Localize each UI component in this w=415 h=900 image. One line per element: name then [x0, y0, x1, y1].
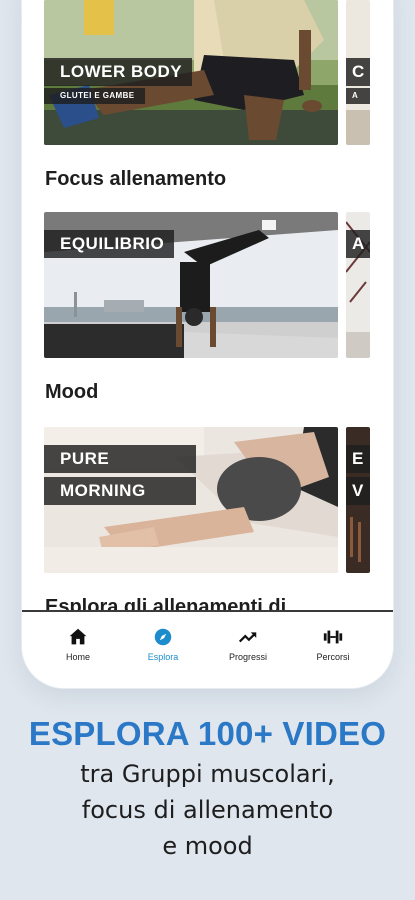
trending-up-icon [238, 632, 257, 643]
card-title: LOWER BODY [44, 58, 193, 86]
card-peek-next[interactable]: E V [346, 427, 370, 573]
section-title-focus: Focus allenamento [45, 168, 227, 190]
nav-label: Esplora [147, 652, 179, 662]
card-subtitle: GLUTEI E GAMBE [44, 88, 145, 104]
promo-line-3: e mood [162, 832, 253, 860]
peek-title-line1: E [346, 445, 370, 473]
card-lower-body[interactable]: LOWER BODY GLUTEI E GAMBE [44, 0, 338, 145]
card-equilibrio[interactable]: EQUILIBRIO [44, 212, 338, 358]
bottom-nav: Home Esplora Progressi Percorsi [22, 610, 393, 688]
section-title-mood: Mood [45, 381, 99, 403]
peek-title-line2: V [346, 477, 370, 505]
card-pure-morning[interactable]: PURE MORNING [44, 427, 338, 573]
nav-label: Percorsi [316, 652, 350, 662]
app-screen: LOWER BODY GLUTEI E GAMBE C A Focus alle… [22, 0, 393, 688]
card-title-line1: PURE [44, 445, 196, 473]
promo-line-2: focus di allenamento [81, 796, 334, 824]
nav-percorsi[interactable]: Percorsi [293, 626, 373, 662]
watermark: Stock [160, 400, 196, 416]
home-icon [69, 628, 87, 645]
nav-label: Home [65, 652, 90, 662]
nav-progressi[interactable]: Progressi [208, 626, 288, 662]
promo-block: ESPLORA 100+ VIDEO tra Gruppi muscolari,… [0, 712, 415, 864]
dumbbell-icon [323, 630, 343, 644]
nav-label: Progressi [228, 652, 267, 662]
compass-icon [154, 628, 172, 646]
card-title-line2: MORNING [44, 477, 196, 505]
card-peek-next[interactable]: C A [346, 0, 370, 145]
phone-frame: LOWER BODY GLUTEI E GAMBE C A Focus alle… [22, 0, 393, 688]
peek-title: C [346, 58, 370, 86]
nav-esplora[interactable]: Esplora [123, 626, 203, 662]
card-peek-next[interactable]: A [346, 212, 370, 358]
promo-line-1: tra Gruppi muscolari, [80, 760, 335, 788]
peek-title: A [346, 230, 370, 258]
peek-subtitle: A [346, 88, 370, 104]
card-title: EQUILIBRIO [44, 230, 175, 258]
nav-home[interactable]: Home [38, 626, 118, 662]
promo-title: ESPLORA 100+ VIDEO [28, 715, 387, 752]
